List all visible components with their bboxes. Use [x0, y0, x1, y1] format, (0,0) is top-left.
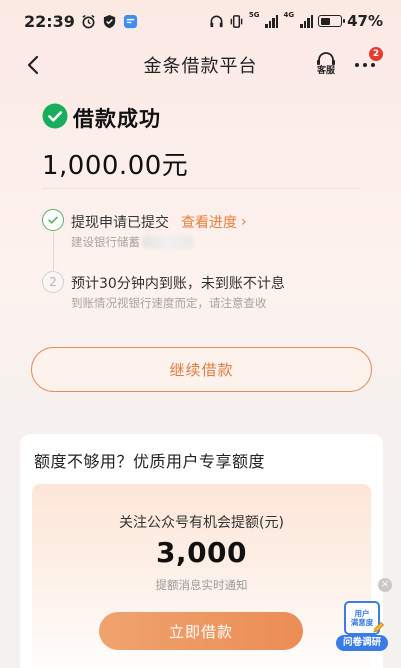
success-title: 借款成功	[73, 107, 161, 131]
borrow-now-button[interactable]: 立即借款	[99, 612, 303, 650]
promo-label: 关注公众号有机会提额(元)	[119, 515, 284, 531]
success-header: 借款成功	[42, 103, 161, 133]
survey-card-line1: 用户	[354, 609, 370, 618]
notification-badge: 2	[369, 47, 383, 61]
more-options-button[interactable]	[355, 62, 377, 68]
alarm-icon	[81, 14, 96, 29]
survey-card-line2: 满意度	[350, 618, 374, 627]
status-bar: 22:39 5G 4G 47%	[0, 0, 401, 42]
survey-close-icon[interactable]: ×	[378, 578, 392, 592]
bank-account-label: 建设银行储蓄	[71, 235, 140, 249]
step-1-title: 提现申请已提交 查看进度 ›	[71, 212, 247, 232]
network-5g-label: 5G	[248, 11, 260, 19]
status-time: 22:39	[24, 11, 75, 31]
step-1-check-icon	[42, 209, 64, 231]
message-app-icon	[123, 14, 138, 29]
step-1-label: 提现申请已提交	[71, 215, 169, 231]
step-2-number: 2	[42, 271, 64, 293]
step-1-subtitle: 建设银行储蓄	[71, 234, 194, 250]
survey-float-button[interactable]: 用户 满意度 问卷调研	[336, 601, 388, 653]
promo-value: 3,000	[155, 536, 248, 569]
pencil-icon	[372, 619, 386, 633]
divider	[42, 188, 360, 189]
loan-amount: 1,000.00元	[42, 151, 189, 181]
customer-service-button[interactable]: 客服	[313, 52, 339, 78]
page-title: 金条借款平台	[143, 56, 258, 77]
customer-service-label: 客服	[316, 66, 335, 76]
signal-icon-2	[300, 14, 314, 28]
headphones-icon	[209, 14, 224, 29]
promo-title: 额度不够用？优质用户专享额度	[34, 452, 266, 471]
step-connector	[53, 232, 54, 270]
battery-icon	[318, 15, 346, 27]
check-circle-icon	[42, 103, 68, 133]
view-progress-label: 查看进度	[181, 215, 237, 231]
battery-percent: 47%	[347, 12, 383, 30]
view-progress-link[interactable]: 查看进度 ›	[181, 212, 247, 232]
promo-note: 提额消息实时通知	[155, 578, 248, 592]
promo-card: 额度不够用？优质用户专享额度 关注公众号有机会提额(元) 3,000 提额消息实…	[20, 434, 383, 668]
masked-account-number	[142, 235, 194, 249]
customer-service-icon	[317, 52, 335, 65]
nav-bar: 金条借款平台 客服 2	[0, 42, 401, 88]
network-4g-label: 4G	[283, 11, 295, 19]
step-2-subtitle: 到账情况视银行速度而定，请注意查收	[71, 296, 267, 310]
shield-check-icon	[102, 14, 117, 29]
vibrate-icon	[229, 14, 244, 29]
signal-icon	[265, 14, 279, 28]
step-2-title: 预计30分钟内到账，未到账不计息	[71, 276, 285, 292]
survey-label: 问卷调研	[336, 635, 388, 651]
chevron-right-icon: ›	[241, 214, 247, 230]
continue-borrow-button[interactable]: 继续借款	[31, 347, 372, 392]
back-icon[interactable]	[22, 53, 46, 77]
promo-panel: 关注公众号有机会提额(元) 3,000 提额消息实时通知 立即借款	[32, 484, 371, 668]
